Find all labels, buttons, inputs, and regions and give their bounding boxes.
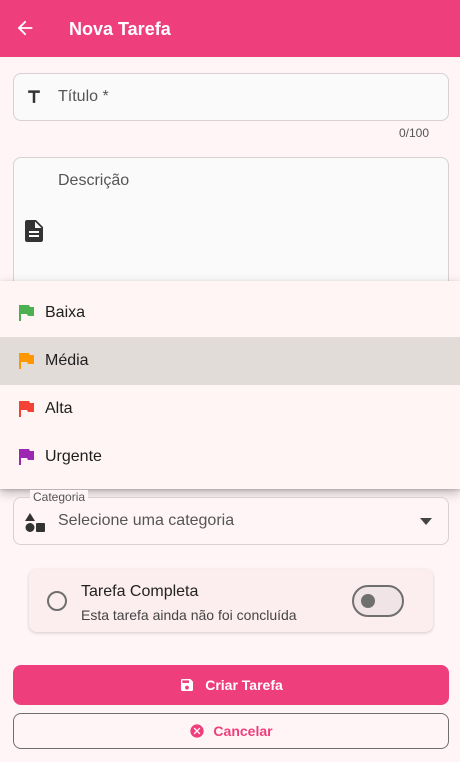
- flag-icon: [19, 353, 34, 369]
- priority-option-label: Alta: [45, 400, 73, 417]
- cancel-icon: [190, 724, 205, 738]
- cancel-button[interactable]: Cancelar: [13, 713, 449, 749]
- complete-subtitle: Esta tarefa ainda não foi concluída: [81, 607, 297, 623]
- title-icon: [28, 90, 40, 103]
- cancel-label: Cancelar: [213, 723, 273, 739]
- priority-option-label: Baixa: [45, 304, 86, 321]
- page-title: Nova Tarefa: [69, 19, 171, 39]
- document-icon: [25, 220, 43, 242]
- priority-option-urgente[interactable]: Urgente: [0, 433, 460, 481]
- flag-icon: [19, 305, 34, 321]
- flag-icon: [19, 449, 34, 465]
- priority-option-baixa[interactable]: Baixa: [0, 289, 460, 337]
- back-arrow-icon[interactable]: [14, 17, 36, 39]
- category-legend: Categoria: [30, 490, 89, 504]
- title-counter: 0/100: [398, 126, 429, 140]
- task-complete-card: Tarefa Completa Esta tarefa ainda não fo…: [29, 569, 433, 632]
- category-value: Selecione uma categoria: [58, 512, 235, 529]
- description-placeholder: Descrição: [58, 172, 130, 189]
- priority-option-media[interactable]: Média: [0, 337, 460, 385]
- complete-radio[interactable]: [47, 591, 67, 611]
- save-icon: [181, 679, 194, 691]
- shapes-icon: [25, 513, 45, 532]
- complete-toggle[interactable]: [352, 585, 404, 617]
- create-task-button[interactable]: Criar Tarefa: [13, 665, 449, 705]
- app-bar: Nova Tarefa: [0, 0, 460, 57]
- priority-option-label: Urgente: [45, 448, 102, 465]
- description-input[interactable]: Descrição: [13, 157, 449, 297]
- title-input[interactable]: Título *: [13, 73, 449, 121]
- chevron-down-icon[interactable]: [420, 518, 432, 526]
- category-select[interactable]: Categoria Selecione uma categoria: [13, 490, 449, 545]
- complete-title: Tarefa Completa: [81, 583, 199, 600]
- title-placeholder: Título *: [58, 88, 109, 105]
- priority-dropdown-menu: Baixa Média Alta Urgente: [0, 281, 460, 489]
- toggle-knob: [361, 594, 375, 608]
- priority-option-alta[interactable]: Alta: [0, 385, 460, 433]
- flag-icon: [19, 401, 34, 417]
- create-task-label: Criar Tarefa: [205, 677, 283, 693]
- priority-option-label: Média: [45, 352, 89, 369]
